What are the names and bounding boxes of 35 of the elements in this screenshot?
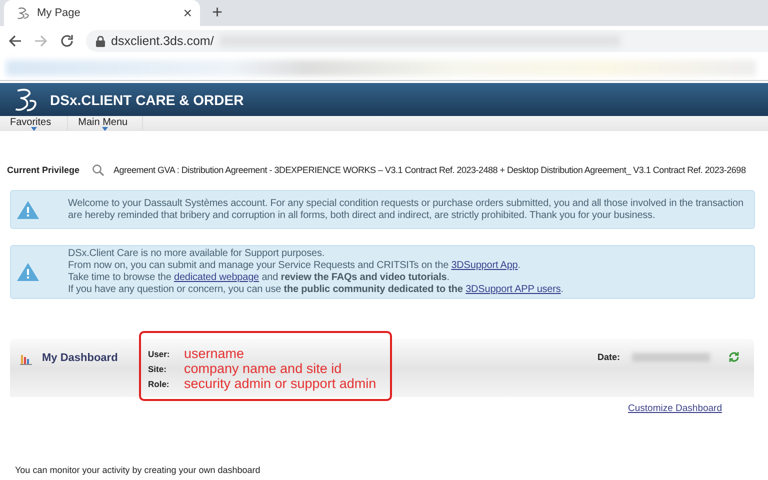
forward-icon[interactable] [34, 34, 48, 48]
empty-message: You can monitor your activity by creating your own dashboard [15, 465, 262, 475]
privilege-value: Agreement GVA : Distribution Agreement - 3DEXPERIENCE WORKS – V3.1 Contract Ref. 2023-2488 + Desktop Distribution Agreement_ V3.1 Contract Ref. 2023-2698 [114, 165, 746, 175]
notice-link[interactable]: 3DSupport APP users [466, 284, 561, 295]
field-label: Site: [148, 364, 168, 374]
new-tab-button[interactable]: + [212, 2, 223, 23]
privilege-label: Current Privilege [7, 165, 80, 175]
menu-item[interactable]: Favorites [0, 116, 68, 131]
browser-tab[interactable]: My Page × [4, 0, 200, 26]
tab-title: My Page [37, 7, 82, 19]
field-label: User: [148, 348, 171, 358]
notice-link[interactable]: 3DSupport App [451, 260, 518, 271]
notice-text: DSx.Client Care is no more available for Support purposes. From now on, you can submit and manage your Service Requests and CRITSITs on the 3DSupport App. Take time to browse the dedicated webpage and review the FAQs and video tutorials. If you have any question or concern, you can use the public community dedicated to the 3DSupport APP users. [68, 248, 564, 296]
reload-icon[interactable] [60, 34, 74, 48]
warning-icon [16, 200, 40, 220]
field-value: security admin or support admin [184, 376, 376, 391]
bar-chart-icon [20, 353, 32, 365]
field-label: Role: [148, 378, 170, 388]
date-label: Date: [597, 352, 620, 362]
notice-link[interactable]: dedicated webpage [174, 272, 260, 283]
notice-text: Welcome to your Dassault Systèmes account. For any special condition requests or purchase orders submitted, you and all those involved in the transaction are hereby reminded that bribery and corruption in all forms, both direct and indirect, are strictly prohibited. Thank you for your business. [68, 198, 744, 222]
lock-icon [96, 36, 105, 46]
customize-link[interactable]: Customize Dashboard [628, 403, 722, 414]
address-bar[interactable]: dsxclient.3ds.com/ [86, 30, 768, 52]
field-value: username [184, 346, 244, 361]
logo-icon [16, 6, 30, 20]
app-title: DSx.CLIENT CARE & ORDER [50, 92, 244, 108]
menu-item[interactable]: Main Menu [68, 116, 143, 131]
back-icon[interactable] [8, 34, 22, 48]
dashboard-title: My Dashboard [42, 352, 119, 364]
close-tab-button[interactable]: × [183, 4, 192, 22]
warning-icon [16, 262, 40, 282]
search-icon[interactable] [92, 164, 104, 176]
refresh-icon[interactable] [728, 351, 740, 363]
field-value: company name and site id [184, 361, 342, 376]
